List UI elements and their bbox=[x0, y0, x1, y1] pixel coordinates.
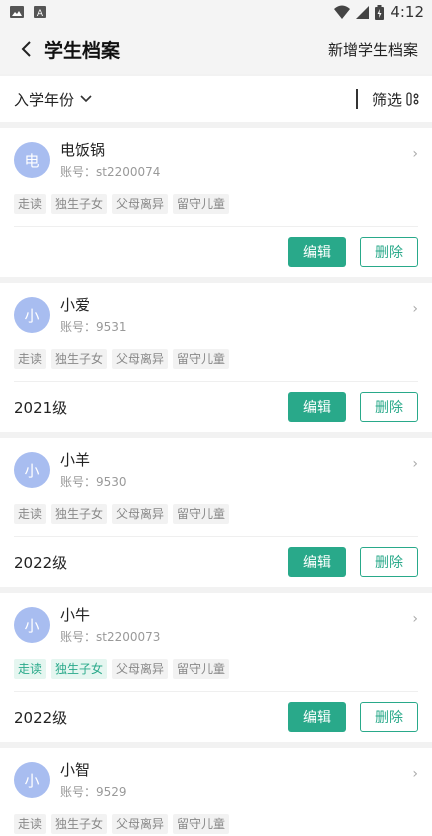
delete-button[interactable]: 删除 bbox=[360, 547, 418, 577]
chevron-right-icon: › bbox=[412, 301, 418, 317]
chevron-left-icon bbox=[21, 41, 31, 57]
chevron-right-icon: › bbox=[412, 146, 418, 162]
student-card[interactable]: 小 小羊 账号：9530 › 走读 独生子女 父母离异 留守儿童 2022级 编… bbox=[0, 438, 432, 587]
tag-day-student: 走读 bbox=[14, 814, 47, 834]
grade-label: 2021级 bbox=[14, 398, 68, 417]
student-list: 电 电饭锅 账号：st2200074 › 走读 独生子女 父母离异 留守儿童 编… bbox=[0, 128, 432, 836]
battery-icon bbox=[375, 4, 385, 20]
card-divider bbox=[14, 536, 418, 537]
tag-only-child: 独生子女 bbox=[51, 814, 108, 834]
student-name: 小爱 bbox=[60, 296, 91, 314]
filter-label: 筛选 bbox=[371, 90, 402, 109]
back-button[interactable] bbox=[14, 37, 38, 61]
tag-left-behind-child: 留守儿童 bbox=[173, 504, 230, 524]
tag-divorced-parents: 父母离异 bbox=[112, 349, 169, 369]
tag-divorced-parents: 父母离异 bbox=[112, 659, 169, 679]
tag-only-child: 独生子女 bbox=[51, 659, 108, 679]
tag-left-behind-child: 留守儿童 bbox=[173, 194, 230, 214]
chevron-right-icon: › bbox=[412, 611, 418, 627]
tag-only-child: 独生子女 bbox=[51, 194, 108, 214]
tag-day-student: 走读 bbox=[14, 194, 47, 214]
student-card[interactable]: 小 小牛 账号：st2200073 › 走读 独生子女 父母离异 留守儿童 20… bbox=[0, 593, 432, 742]
chevron-down-icon bbox=[80, 95, 92, 103]
delete-button[interactable]: 删除 bbox=[360, 392, 418, 422]
signal-icon bbox=[356, 5, 370, 19]
tag-list: 走读 独生子女 父母离异 留守儿童 bbox=[0, 182, 432, 216]
tag-list: 走读 独生子女 父母离异 留守儿童 bbox=[0, 337, 432, 371]
student-account: 账号：st2200074 bbox=[60, 165, 161, 179]
svg-text:A: A bbox=[37, 9, 44, 18]
avatar: 电 bbox=[14, 142, 50, 178]
chevron-right-icon: › bbox=[412, 766, 418, 782]
delete-button[interactable]: 删除 bbox=[360, 702, 418, 732]
tag-left-behind-child: 留守儿童 bbox=[173, 349, 230, 369]
edit-button[interactable]: 编辑 bbox=[288, 702, 346, 732]
student-card[interactable]: 电 电饭锅 账号：st2200074 › 走读 独生子女 父母离异 留守儿童 编… bbox=[0, 128, 432, 277]
avatar: 小 bbox=[14, 607, 50, 643]
student-name: 小羊 bbox=[60, 451, 91, 469]
filter-divider bbox=[355, 89, 358, 109]
student-account: 账号：9530 bbox=[60, 475, 127, 489]
filter-button[interactable]: 筛选 bbox=[372, 89, 420, 110]
tag-list: 走读 独生子女 父母离异 留守儿童 bbox=[0, 492, 432, 526]
wifi-icon bbox=[334, 5, 351, 19]
status-bar: A 4:12 bbox=[0, 0, 432, 24]
status-notifications: A bbox=[10, 6, 46, 18]
enrollment-year-dropdown[interactable]: 入学年份 bbox=[14, 89, 356, 110]
tag-day-student: 走读 bbox=[14, 504, 47, 524]
edit-button[interactable]: 编辑 bbox=[288, 392, 346, 422]
student-name: 小牛 bbox=[60, 606, 91, 624]
grade-label: 2022级 bbox=[14, 708, 68, 727]
tag-list: 走读 独生子女 父母离异 留守儿童 bbox=[0, 802, 432, 836]
enrollment-year-label: 入学年份 bbox=[14, 90, 75, 109]
tag-divorced-parents: 父母离异 bbox=[112, 194, 169, 214]
card-divider bbox=[14, 381, 418, 382]
tag-left-behind-child: 留守儿童 bbox=[173, 814, 230, 834]
student-card[interactable]: 小 小智 账号：9529 › 走读 独生子女 父母离异 留守儿童 bbox=[0, 748, 432, 836]
tag-day-student: 走读 bbox=[14, 659, 47, 679]
tag-day-student: 走读 bbox=[14, 349, 47, 369]
avatar: 小 bbox=[14, 297, 50, 333]
app-header: 学生档案 新增学生档案 bbox=[0, 24, 432, 74]
edit-button[interactable]: 编辑 bbox=[288, 237, 346, 267]
delete-button[interactable]: 删除 bbox=[360, 237, 418, 267]
avatar: 小 bbox=[14, 452, 50, 488]
tag-only-child: 独生子女 bbox=[51, 349, 108, 369]
page-title: 学生档案 bbox=[44, 39, 121, 62]
tag-divorced-parents: 父母离异 bbox=[112, 504, 169, 524]
filter-icon bbox=[406, 92, 419, 106]
student-account: 账号：st2200073 bbox=[60, 630, 161, 644]
edit-button[interactable]: 编辑 bbox=[288, 547, 346, 577]
image-icon bbox=[10, 6, 24, 18]
student-card[interactable]: 小 小爱 账号：9531 › 走读 独生子女 父母离异 留守儿童 2021级 编… bbox=[0, 283, 432, 432]
add-student-button[interactable]: 新增学生档案 bbox=[328, 39, 418, 60]
card-divider bbox=[14, 226, 418, 227]
filter-bar: 入学年份 筛选 bbox=[0, 76, 432, 122]
student-account: 账号：9531 bbox=[60, 320, 127, 334]
tag-only-child: 独生子女 bbox=[51, 504, 108, 524]
avatar: 小 bbox=[14, 762, 50, 798]
student-name: 小智 bbox=[60, 761, 91, 779]
tag-list: 走读 独生子女 父母离异 留守儿童 bbox=[0, 647, 432, 681]
grade-label: 2022级 bbox=[14, 553, 68, 572]
chevron-right-icon: › bbox=[412, 456, 418, 472]
tag-left-behind-child: 留守儿童 bbox=[173, 659, 230, 679]
status-time: 4:12 bbox=[390, 3, 424, 21]
card-divider bbox=[14, 691, 418, 692]
student-name: 电饭锅 bbox=[60, 141, 106, 159]
tag-divorced-parents: 父母离异 bbox=[112, 814, 169, 834]
app-a-icon: A bbox=[34, 6, 46, 18]
student-account: 账号：9529 bbox=[60, 785, 127, 799]
